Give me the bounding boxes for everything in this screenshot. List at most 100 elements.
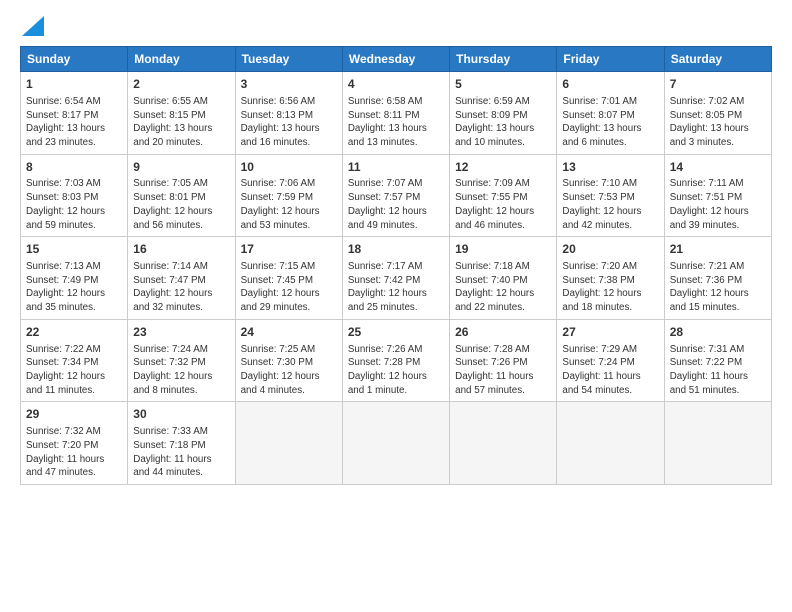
day-info: Sunrise: 7:25 AM Sunset: 7:30 PM Dayligh… [241, 343, 337, 398]
calendar-week-row: 29 Sunrise: 7:32 AM Sunset: 7:20 PM Dayli… [21, 402, 772, 485]
day-number: 21 [670, 241, 766, 258]
logo-arrow-icon [22, 16, 44, 36]
calendar-day-cell: 30 Sunrise: 7:33 AM Sunset: 7:18 PM Dayli… [128, 402, 235, 485]
calendar-day-cell [342, 402, 449, 485]
calendar-day-cell: 18Sunrise: 7:17 AM Sunset: 7:42 PM Dayli… [342, 237, 449, 320]
calendar-day-cell: 14Sunrise: 7:11 AM Sunset: 7:51 PM Dayli… [664, 154, 771, 237]
day-number: 29 [26, 406, 122, 423]
day-number: 2 [133, 76, 229, 93]
day-number: 12 [455, 159, 551, 176]
calendar-day-cell: 25 Sunrise: 7:26 AM Sunset: 7:28 PM Dayli… [342, 319, 449, 402]
day-info: Sunrise: 7:21 AM Sunset: 7:36 PM Dayligh… [670, 260, 766, 315]
calendar-day-cell [557, 402, 664, 485]
calendar-week-row: 15 Sunrise: 7:13 AM Sunset: 7:49 PM Dayli… [21, 237, 772, 320]
day-number: 5 [455, 76, 551, 93]
day-info: Sunrise: 7:03 AM Sunset: 8:03 PM Dayligh… [26, 177, 122, 232]
day-number: 27 [562, 324, 658, 341]
calendar-day-cell: 24 Sunrise: 7:25 AM Sunset: 7:30 PM Dayli… [235, 319, 342, 402]
day-number: 17 [241, 241, 337, 258]
day-info: Sunrise: 7:28 AM Sunset: 7:26 PM Dayligh… [455, 343, 551, 398]
calendar-day-cell: 15 Sunrise: 7:13 AM Sunset: 7:49 PM Dayli… [21, 237, 128, 320]
day-number: 15 [26, 241, 122, 258]
calendar-day-cell: 1 Sunrise: 6:54 AM Sunset: 8:17 PM Daylig… [21, 72, 128, 155]
day-info: Sunrise: 7:07 AM Sunset: 7:57 PM Dayligh… [348, 177, 444, 232]
day-number: 24 [241, 324, 337, 341]
day-info: Sunrise: 7:11 AM Sunset: 7:51 PM Dayligh… [670, 177, 766, 232]
day-info: Sunrise: 7:33 AM Sunset: 7:18 PM Dayligh… [133, 425, 229, 480]
calendar-day-cell: 12Sunrise: 7:09 AM Sunset: 7:55 PM Dayli… [450, 154, 557, 237]
calendar-day-cell: 2Sunrise: 6:55 AM Sunset: 8:15 PM Daylig… [128, 72, 235, 155]
day-number: 3 [241, 76, 337, 93]
day-info: Sunrise: 7:32 AM Sunset: 7:20 PM Dayligh… [26, 425, 122, 480]
calendar-day-cell [450, 402, 557, 485]
day-number: 1 [26, 76, 122, 93]
day-number: 11 [348, 159, 444, 176]
day-info: Sunrise: 7:05 AM Sunset: 8:01 PM Dayligh… [133, 177, 229, 232]
day-info: Sunrise: 7:13 AM Sunset: 7:49 PM Dayligh… [26, 260, 122, 315]
calendar-day-cell: 22 Sunrise: 7:22 AM Sunset: 7:34 PM Dayli… [21, 319, 128, 402]
day-info: Sunrise: 7:20 AM Sunset: 7:38 PM Dayligh… [562, 260, 658, 315]
logo [20, 18, 44, 36]
day-info: Sunrise: 6:59 AM Sunset: 8:09 PM Dayligh… [455, 95, 551, 150]
calendar-day-cell: 27 Sunrise: 7:29 AM Sunset: 7:24 PM Dayli… [557, 319, 664, 402]
day-number: 16 [133, 241, 229, 258]
day-info: Sunrise: 7:24 AM Sunset: 7:32 PM Dayligh… [133, 343, 229, 398]
calendar-day-cell: 26 Sunrise: 7:28 AM Sunset: 7:26 PM Dayli… [450, 319, 557, 402]
calendar-day-cell: 21 Sunrise: 7:21 AM Sunset: 7:36 PM Dayli… [664, 237, 771, 320]
day-info: Sunrise: 7:14 AM Sunset: 7:47 PM Dayligh… [133, 260, 229, 315]
calendar-day-cell: 6 Sunrise: 7:01 AM Sunset: 8:07 PM Daylig… [557, 72, 664, 155]
day-info: Sunrise: 6:58 AM Sunset: 8:11 PM Dayligh… [348, 95, 444, 150]
day-number: 7 [670, 76, 766, 93]
calendar-day-cell: 23 Sunrise: 7:24 AM Sunset: 7:32 PM Dayli… [128, 319, 235, 402]
weekday-header: Tuesday [235, 47, 342, 72]
calendar-day-cell: 28Sunrise: 7:31 AM Sunset: 7:22 PM Dayli… [664, 319, 771, 402]
calendar-day-cell: 20Sunrise: 7:20 AM Sunset: 7:38 PM Dayli… [557, 237, 664, 320]
page: SundayMondayTuesdayWednesdayThursdayFrid… [0, 0, 792, 495]
day-info: Sunrise: 7:09 AM Sunset: 7:55 PM Dayligh… [455, 177, 551, 232]
day-info: Sunrise: 7:10 AM Sunset: 7:53 PM Dayligh… [562, 177, 658, 232]
day-info: Sunrise: 7:22 AM Sunset: 7:34 PM Dayligh… [26, 343, 122, 398]
calendar-day-cell: 3Sunrise: 6:56 AM Sunset: 8:13 PM Daylig… [235, 72, 342, 155]
day-number: 26 [455, 324, 551, 341]
day-number: 19 [455, 241, 551, 258]
day-number: 4 [348, 76, 444, 93]
day-number: 10 [241, 159, 337, 176]
calendar-day-cell [664, 402, 771, 485]
calendar-week-row: 22 Sunrise: 7:22 AM Sunset: 7:34 PM Dayli… [21, 319, 772, 402]
day-number: 6 [562, 76, 658, 93]
calendar-week-row: 8Sunrise: 7:03 AM Sunset: 8:03 PM Daylig… [21, 154, 772, 237]
weekday-header: Friday [557, 47, 664, 72]
calendar-day-cell: 16 Sunrise: 7:14 AM Sunset: 7:47 PM Dayli… [128, 237, 235, 320]
weekday-header: Saturday [664, 47, 771, 72]
day-number: 23 [133, 324, 229, 341]
day-info: Sunrise: 7:01 AM Sunset: 8:07 PM Dayligh… [562, 95, 658, 150]
calendar-day-cell [235, 402, 342, 485]
day-number: 8 [26, 159, 122, 176]
day-info: Sunrise: 6:54 AM Sunset: 8:17 PM Dayligh… [26, 95, 122, 150]
day-number: 13 [562, 159, 658, 176]
calendar-day-cell: 9Sunrise: 7:05 AM Sunset: 8:01 PM Daylig… [128, 154, 235, 237]
day-number: 30 [133, 406, 229, 423]
day-number: 22 [26, 324, 122, 341]
day-info: Sunrise: 7:29 AM Sunset: 7:24 PM Dayligh… [562, 343, 658, 398]
calendar-day-cell: 10Sunrise: 7:06 AM Sunset: 7:59 PM Dayli… [235, 154, 342, 237]
day-info: Sunrise: 7:18 AM Sunset: 7:40 PM Dayligh… [455, 260, 551, 315]
calendar-week-row: 1 Sunrise: 6:54 AM Sunset: 8:17 PM Daylig… [21, 72, 772, 155]
day-number: 25 [348, 324, 444, 341]
weekday-header: Sunday [21, 47, 128, 72]
day-number: 14 [670, 159, 766, 176]
calendar-day-cell: 5 Sunrise: 6:59 AM Sunset: 8:09 PM Daylig… [450, 72, 557, 155]
calendar-day-cell: 29 Sunrise: 7:32 AM Sunset: 7:20 PM Dayli… [21, 402, 128, 485]
day-number: 18 [348, 241, 444, 258]
weekday-header: Wednesday [342, 47, 449, 72]
day-number: 28 [670, 324, 766, 341]
calendar-day-cell: 13Sunrise: 7:10 AM Sunset: 7:53 PM Dayli… [557, 154, 664, 237]
weekday-header: Thursday [450, 47, 557, 72]
calendar-header-row: SundayMondayTuesdayWednesdayThursdayFrid… [21, 47, 772, 72]
day-info: Sunrise: 7:02 AM Sunset: 8:05 PM Dayligh… [670, 95, 766, 150]
calendar-day-cell: 17Sunrise: 7:15 AM Sunset: 7:45 PM Dayli… [235, 237, 342, 320]
day-info: Sunrise: 7:26 AM Sunset: 7:28 PM Dayligh… [348, 343, 444, 398]
calendar-day-cell: 8Sunrise: 7:03 AM Sunset: 8:03 PM Daylig… [21, 154, 128, 237]
calendar-day-cell: 7 Sunrise: 7:02 AM Sunset: 8:05 PM Daylig… [664, 72, 771, 155]
calendar-day-cell: 19 Sunrise: 7:18 AM Sunset: 7:40 PM Dayli… [450, 237, 557, 320]
